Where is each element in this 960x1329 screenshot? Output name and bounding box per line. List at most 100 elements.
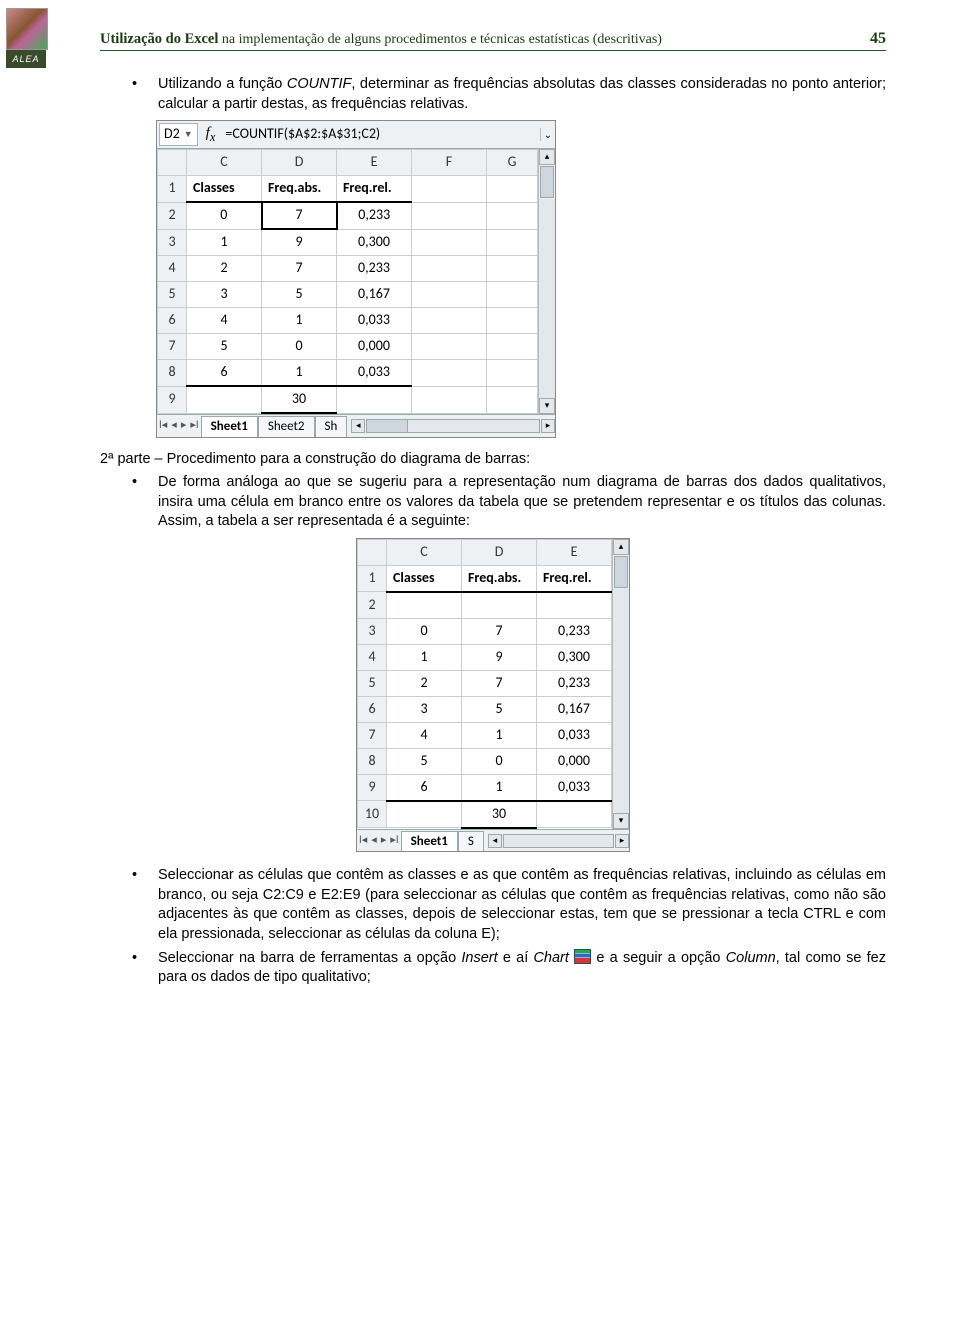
row-header[interactable]: 9	[358, 774, 387, 801]
expand-icon[interactable]: ⌄	[540, 128, 555, 142]
cell[interactable]: 5	[387, 748, 462, 774]
cell[interactable]: 7	[262, 256, 337, 282]
cell[interactable]: 1	[462, 722, 537, 748]
select-all-corner[interactable]	[158, 150, 187, 176]
cell[interactable]	[412, 282, 487, 308]
cell[interactable]: 3	[387, 696, 462, 722]
row-header[interactable]: 5	[158, 282, 187, 308]
cell[interactable]: 2	[187, 256, 262, 282]
nav-next-icon[interactable]: ▸	[179, 418, 189, 433]
cell[interactable]: 7	[462, 618, 537, 644]
cell[interactable]	[412, 256, 487, 282]
cell[interactable]: 0,033	[337, 308, 412, 334]
cell[interactable]	[537, 801, 612, 828]
cell[interactable]: 0,167	[337, 282, 412, 308]
cell[interactable]: 5	[462, 696, 537, 722]
cell[interactable]: 0,233	[337, 256, 412, 282]
cell[interactable]: 0,233	[337, 202, 412, 229]
cell[interactable]	[487, 176, 538, 203]
cell[interactable]	[412, 334, 487, 360]
cell[interactable]	[487, 256, 538, 282]
cell[interactable]: 0	[462, 748, 537, 774]
cell[interactable]: 0,233	[537, 618, 612, 644]
cell[interactable]	[412, 386, 487, 413]
sheet-tab[interactable]: S	[458, 831, 484, 852]
cell[interactable]: 1	[262, 308, 337, 334]
sheet-tab[interactable]: Sh	[315, 416, 348, 437]
row-header[interactable]: 5	[358, 670, 387, 696]
nav-prev-icon[interactable]: ◂	[169, 418, 179, 433]
scroll-left-icon[interactable]: ◂	[488, 834, 502, 848]
cell[interactable]: 1	[387, 644, 462, 670]
scroll-right-icon[interactable]: ▸	[541, 419, 555, 433]
scroll-down-icon[interactable]: ▾	[613, 813, 629, 829]
cell[interactable]: 5	[262, 282, 337, 308]
row-header[interactable]: 2	[358, 592, 387, 619]
cell[interactable]: 0	[262, 334, 337, 360]
row-header[interactable]: 4	[158, 256, 187, 282]
nav-last-icon[interactable]: ▸I	[388, 833, 400, 848]
cell[interactable]	[337, 386, 412, 413]
cell[interactable]: 9	[262, 229, 337, 256]
cell[interactable]: 3	[187, 282, 262, 308]
cell[interactable]: Freq.rel.	[337, 176, 412, 203]
spreadsheet-grid[interactable]: C D E F G 1 Classes Freq.abs. Freq.rel.	[157, 149, 538, 414]
col-header[interactable]: C	[387, 539, 462, 565]
cell[interactable]	[412, 202, 487, 229]
cell[interactable]: 0,300	[537, 644, 612, 670]
sheet-tab[interactable]: Sheet1	[201, 416, 258, 437]
cell[interactable]: 0,000	[337, 334, 412, 360]
cell[interactable]	[412, 176, 487, 203]
cell[interactable]: 0,167	[537, 696, 612, 722]
chevron-down-icon[interactable]: ▼	[184, 129, 193, 141]
row-header[interactable]: 1	[158, 176, 187, 203]
cell[interactable]: 0,000	[537, 748, 612, 774]
fx-icon[interactable]: fx	[206, 123, 216, 146]
cell-selected[interactable]: 7	[262, 202, 337, 229]
cell[interactable]: 0,300	[337, 229, 412, 256]
cell[interactable]: 30	[462, 801, 537, 828]
cell[interactable]: 6	[387, 774, 462, 801]
row-header[interactable]: 2	[158, 202, 187, 229]
cell[interactable]: 4	[187, 308, 262, 334]
scroll-right-icon[interactable]: ▸	[615, 834, 629, 848]
col-header[interactable]: E	[537, 539, 612, 565]
row-header[interactable]: 6	[358, 696, 387, 722]
cell[interactable]: 9	[462, 644, 537, 670]
cell[interactable]	[487, 308, 538, 334]
cell[interactable]: 4	[387, 722, 462, 748]
cell[interactable]	[412, 308, 487, 334]
cell[interactable]: 5	[187, 334, 262, 360]
cell[interactable]: Freq.abs.	[462, 565, 537, 592]
nav-prev-icon[interactable]: ◂	[369, 833, 379, 848]
cell[interactable]: Classes	[187, 176, 262, 203]
select-all-corner[interactable]	[358, 539, 387, 565]
cell[interactable]	[487, 202, 538, 229]
cell[interactable]: 2	[387, 670, 462, 696]
cell[interactable]	[412, 360, 487, 387]
cell[interactable]	[537, 592, 612, 619]
row-header[interactable]: 7	[358, 722, 387, 748]
row-header[interactable]: 6	[158, 308, 187, 334]
cell[interactable]	[187, 386, 262, 413]
row-header[interactable]: 8	[358, 748, 387, 774]
col-header[interactable]: F	[412, 150, 487, 176]
cell[interactable]: 1	[187, 229, 262, 256]
cell[interactable]: 1	[262, 360, 337, 387]
scroll-down-icon[interactable]: ▾	[539, 398, 555, 414]
cell[interactable]: 30	[262, 386, 337, 413]
col-header[interactable]: D	[262, 150, 337, 176]
nav-last-icon[interactable]: ▸I	[188, 418, 200, 433]
col-header[interactable]: D	[462, 539, 537, 565]
formula-input[interactable]: =COUNTIF($A$2:$A$31;C2)	[221, 124, 540, 145]
cell[interactable]	[462, 592, 537, 619]
cell[interactable]	[487, 360, 538, 387]
namebox[interactable]: D2▼	[159, 123, 198, 146]
nav-first-icon[interactable]: I◂	[157, 418, 169, 433]
cell[interactable]: Classes	[387, 565, 462, 592]
cell[interactable]	[387, 592, 462, 619]
row-header[interactable]: 8	[158, 360, 187, 387]
cell[interactable]: 6	[187, 360, 262, 387]
row-header[interactable]: 4	[358, 644, 387, 670]
col-header[interactable]: G	[487, 150, 538, 176]
